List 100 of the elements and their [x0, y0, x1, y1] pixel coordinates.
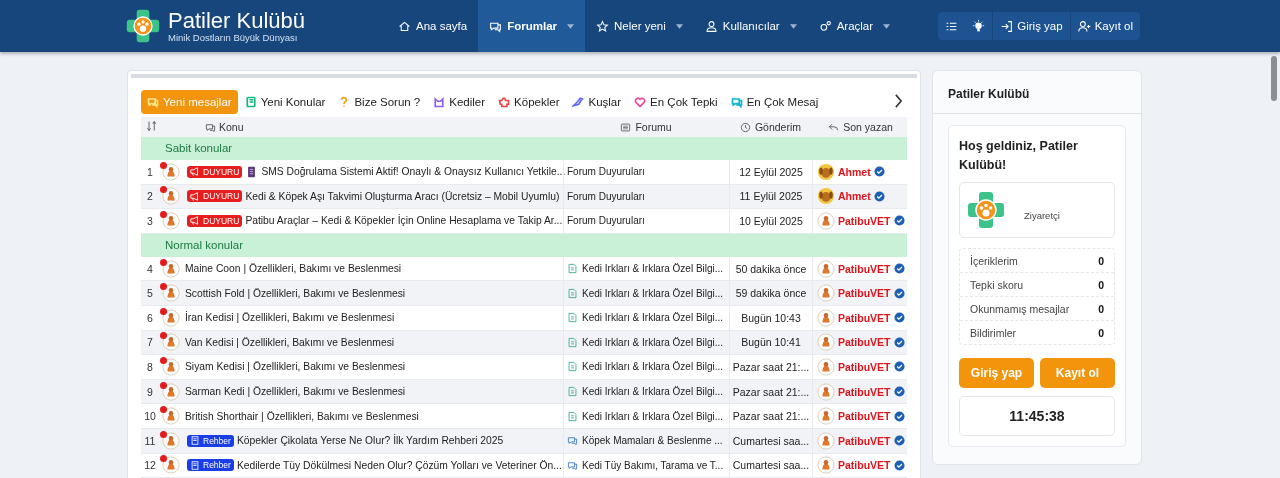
site-title[interactable]: Patiler Kulübü [168, 9, 305, 32]
avatar-icon [162, 162, 180, 181]
clock-display: 11:45:38 [959, 396, 1115, 436]
thread-title-link[interactable]: Köpekler Çikolata Yerse Ne Olur? İlk Yardım Rehberi 2025 [236, 435, 504, 447]
thread-title-link[interactable]: Van Kedisi | Özellikleri, Bakımı ve Beslenmesi [185, 336, 395, 348]
row-number: 10 [143, 410, 157, 423]
prefix-badge[interactable]: DUYURU [187, 190, 243, 203]
forum-link[interactable]: Kedi Irkları & Irklara Özel Bilgi... [582, 386, 724, 398]
username-link[interactable]: PatibuVET [838, 410, 891, 423]
stat-label: Okunmamış mesajlar [970, 303, 1070, 315]
post-date: 10 Eylül 2025 [729, 209, 812, 233]
username-link[interactable]: PatibuVET [838, 311, 891, 324]
row-number: 9 [146, 385, 154, 398]
avatar-icon [162, 357, 180, 376]
forum-link[interactable]: Forum Duyuruları [567, 190, 645, 202]
avatar-icon [162, 431, 180, 450]
column-header[interactable]: Son yazan [812, 121, 909, 133]
post-date: Pazar saat 21:... [729, 379, 812, 404]
filter-tab[interactable]: Kuşlar [566, 90, 628, 114]
stat-value: 0 [1098, 255, 1104, 267]
thread-title-link[interactable]: Scottish Fold | Özellikleri, Bakımı ve Beslenmesi [185, 287, 406, 299]
row-number: 5 [146, 287, 154, 300]
filter-tab[interactable]: En Çok Tepki [628, 90, 724, 114]
column-header[interactable]: Konu [159, 121, 563, 133]
thread-title-link[interactable]: Siyam Kedisi | Özellikleri, Bakımı ve Beslenmesi [185, 361, 406, 373]
row-number: 3 [146, 215, 154, 227]
gears-icon [818, 19, 832, 33]
reply-icon [828, 121, 840, 133]
forum-link[interactable]: Kedi Irkları & Irklara Özel Bilgi... [582, 287, 724, 299]
username-link[interactable]: PatibuVET [838, 459, 891, 472]
thread-title-link[interactable]: SMS Doğrulama Sistemi Aktif! Onaylı & Onaysız Kullanıcı Yetkile... [261, 166, 566, 178]
row-number: 12 [143, 459, 157, 472]
post-date: Cumartesi saa... [729, 453, 812, 478]
prefix-badge[interactable]: DUYURU [187, 165, 243, 178]
post-date: 12 Eylül 2025 [729, 160, 812, 184]
username-link[interactable]: PatibuVET [838, 215, 891, 227]
chevron-right-icon [894, 93, 903, 108]
username-link[interactable]: Ahmet [838, 190, 871, 203]
forum-link[interactable]: Kedi Irkları & Irklara Özel Bilgi... [582, 361, 724, 373]
chat-icon [205, 121, 216, 133]
account-link[interactable]: Kayıt ol [1069, 12, 1140, 40]
avatar-icon [162, 456, 180, 475]
prefix-badge[interactable]: Rehber [187, 434, 234, 447]
thread-title-link[interactable]: Patibu Araçlar – Kedi & Köpekler İçin Online Hesaplama ve Takip Ar... [245, 215, 563, 227]
username-link[interactable]: PatibuVET [838, 262, 891, 275]
avatar-icon [162, 382, 180, 401]
thread-title-link[interactable]: British Shorthair | Özellikleri, Bakımı ve Beslenmesi [185, 410, 419, 422]
nav-tab[interactable]: Forumlar [478, 0, 585, 52]
forum-link[interactable]: Kedi Irkları & Irklara Özel Bilgi... [582, 312, 724, 324]
stat-label: Bildirimler [970, 327, 1017, 339]
filter-tab[interactable]: Kediler [427, 90, 492, 114]
account-link[interactable]: Giriş yap [992, 12, 1070, 40]
forum-link[interactable]: Kedi Irkları & Irklara Özel Bilgi... [582, 410, 724, 422]
filter-tab[interactable]: En Çok Mesaj [724, 90, 825, 114]
column-header[interactable]: Forumu [563, 121, 729, 133]
username-link[interactable]: Ahmet [838, 165, 871, 178]
prefix-badge[interactable]: Rehber [187, 459, 234, 472]
prefix-badge[interactable]: DUYURU [187, 215, 243, 227]
forum-link[interactable]: Kedi Irkları & Irklara Özel Bilgi... [582, 336, 724, 348]
stat-label: İçeriklerim [970, 255, 1018, 267]
nav-tab[interactable]: Neler yeni [585, 0, 694, 52]
filter-tab[interactable]: Bize Sorun ? [332, 90, 427, 114]
thread-title-link[interactable]: Kedilerde Tüy Dökülmesi Neden Olur? Çözüm Yolları ve Veteriner Ön... [236, 459, 562, 471]
forum-link[interactable]: Forum Duyuruları [567, 215, 645, 227]
star-icon [596, 19, 609, 33]
avatar-icon [162, 407, 180, 426]
stat-value: 0 [1098, 279, 1104, 291]
username-link[interactable]: PatibuVET [838, 360, 891, 373]
megaphone-icon [190, 167, 200, 177]
bulb-icon [972, 19, 986, 33]
row-number: 4 [146, 262, 154, 275]
thread-title-link[interactable]: Maine Coon | Özellikleri, Bakımı ve Beslenmesi [185, 263, 402, 275]
row-number: 11 [143, 434, 157, 447]
filter-tab[interactable]: Köpekler [492, 90, 566, 114]
forum-link[interactable]: Köpek Mamaları & Beslenme ... [582, 435, 723, 447]
site-tagline: Minik Dostların Büyük Dünyası [168, 32, 299, 43]
forum-link[interactable]: Kedi Irkları & Irklara Özel Bilgi... [582, 263, 724, 275]
book-icon [190, 436, 200, 446]
sort-icon[interactable] [145, 120, 158, 132]
username-link[interactable]: PatibuVET [838, 336, 891, 349]
filter-tab[interactable]: Yeni Konular [238, 90, 332, 114]
row-number: 6 [146, 311, 154, 324]
book-icon [190, 460, 200, 470]
thread-title-link[interactable]: Kedi & Köpek Aşı Takvimi Oluşturma Aracı (Ücretsiz – Mobil Uyumlu) [245, 190, 560, 202]
scrollbar[interactable] [1271, 56, 1277, 101]
user-icon [704, 19, 718, 33]
forum-link[interactable]: Forum Duyuruları [567, 166, 645, 178]
thread-title-link[interactable]: İran Kedisi | Özellikleri, Bakımı ve Beslenmesi [185, 312, 395, 324]
post-date: 11 Eylül 2025 [729, 184, 812, 209]
username-link[interactable]: PatibuVET [838, 434, 891, 447]
column-header[interactable]: Gönderim [729, 121, 812, 133]
thread-title-link[interactable]: Sarman Kedi | Özellikleri, Bakımı ve Beslenmesi [185, 386, 406, 398]
nav-tab[interactable]: Kullanıcılar [693, 0, 808, 52]
nav-tab[interactable]: Ana sayfa [387, 0, 479, 52]
username-link[interactable]: PatibuVET [838, 287, 891, 300]
post-date: Bugün 10:41 [729, 330, 812, 355]
nav-tab[interactable]: Araçlar [807, 0, 902, 52]
username-link[interactable]: PatibuVET [838, 385, 891, 398]
post-date: Pazar saat 21:... [729, 404, 812, 428]
forum-link[interactable]: Kedi Tüy Bakımı, Tarama ve T... [582, 459, 724, 471]
